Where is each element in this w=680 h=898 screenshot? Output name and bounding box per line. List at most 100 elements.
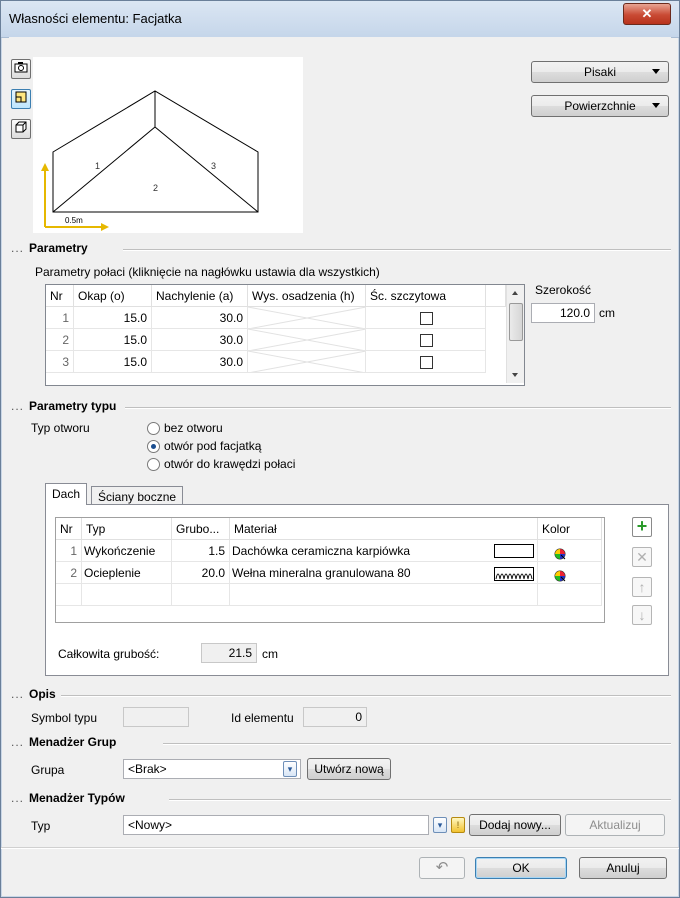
3d-view-icon[interactable] [11,119,31,139]
section-title: Parametry [29,241,88,255]
face-label-1: 1 [95,161,100,171]
section-title: Menadżer Grup [29,735,117,749]
column-header[interactable]: Kolor [538,518,602,540]
tab-panel-dach: Nr Typ Grubo... Materiał Kolor 1 Wykończ… [45,504,669,676]
row-nr: 3 [46,351,74,373]
type-select[interactable]: <Nowy> [123,815,429,835]
layer-thickness[interactable]: 20.0 [172,562,230,584]
bulb-icon[interactable]: ! [451,817,465,833]
total-thickness-value: 21.5 [201,643,257,663]
nachylenie-cell[interactable]: 30.0 [152,351,248,373]
disabled-cell [248,329,366,351]
dormer-drawing: 1 2 3 0.5m [41,90,259,231]
column-header[interactable]: Materiał [230,518,538,540]
layer-type[interactable]: Wykończenie [82,540,172,562]
pens-label: Pisaki [583,65,616,79]
column-header[interactable]: Nachylenie (a) [152,285,248,307]
section-menadzer-grup: ... Menadżer Grup [9,735,671,751]
layer-nr: 1 [56,540,82,562]
scale-label: 0.5m [65,216,83,225]
symbol-type-input[interactable] [123,707,189,727]
close-icon: ✕ [641,6,653,21]
section-opis: ... Opis [9,687,671,703]
camera-icon[interactable] [11,59,31,79]
grid-scrollbar[interactable] [506,285,524,383]
row-nr: 1 [46,307,74,329]
cancel-button[interactable]: Anuluj [579,857,667,879]
layer-type[interactable]: Ocieplenie [82,562,172,584]
footer-divider [1,847,679,849]
properties-dialog: Własności elementu: Facjatka ✕ 1 2 3 0.5… [0,0,680,898]
gable-wall-checkbox[interactable] [420,356,433,369]
total-thickness-unit: cm [262,647,278,661]
color-picker-icon[interactable] [554,567,566,583]
section-menadzer-typow: ... Menadżer Typów [9,791,671,807]
material-pattern-swatch [494,544,534,558]
column-header[interactable]: Okap (o) [74,285,152,307]
symbol-type-label: Symbol typu [31,711,98,725]
gable-wall-checkbox[interactable] [420,334,433,347]
disabled-cell [248,351,366,373]
window-title: Własności elementu: Facjatka [9,11,182,26]
create-group-button[interactable]: Utwórz nową [307,758,391,780]
color-picker-icon[interactable] [554,545,566,561]
column-header[interactable]: Nr [56,518,82,540]
type-picker-icon[interactable]: ▾ [433,817,447,833]
width-label: Szerokość [535,283,592,297]
section-title: Parametry typu [29,399,117,413]
gable-wall-checkbox[interactable] [420,312,433,325]
okap-cell[interactable]: 15.0 [74,351,152,373]
width-unit: cm [599,306,615,320]
dormer-preview: 1 2 3 0.5m [33,57,303,233]
column-header[interactable]: Typ [82,518,172,540]
title-bar[interactable]: Własności elementu: Facjatka ✕ [1,1,679,38]
group-picker-icon[interactable]: ▾ [283,761,297,777]
pens-dropdown[interactable]: Pisaki [531,61,669,83]
2d-view-icon[interactable] [11,89,31,109]
undo-icon[interactable]: ↶ [419,857,465,879]
column-header[interactable]: Grubo... [172,518,230,540]
layer-material[interactable]: Wełna mineralna granulowana 80 [230,562,538,584]
scroll-thumb[interactable] [509,303,523,341]
delete-icon[interactable]: ✕ [632,547,652,567]
layer-thickness[interactable]: 1.5 [172,540,230,562]
tab-sciany-boczne[interactable]: Ściany boczne [91,486,184,505]
column-header[interactable]: Nr [46,285,74,307]
add-icon[interactable]: + [632,517,652,537]
tab-dach[interactable]: Dach [45,483,88,505]
roof-planes-grid: Nr Okap (o) Nachylenie (a) Wys. osadzeni… [45,284,525,386]
column-header[interactable]: Wys. osadzenia (h) [248,285,366,307]
scroll-down-icon[interactable] [512,373,518,377]
face-label-3: 3 [211,161,216,171]
close-button[interactable]: ✕ [623,3,671,25]
group-label: Grupa [31,763,65,777]
opening-type-label: Typ otworu [31,421,90,435]
element-id-label: Id elementu [231,711,294,725]
total-thickness-label: Całkowita grubość: [58,647,160,661]
disabled-cell [248,307,366,329]
group-select[interactable]: <Brak> [123,759,301,779]
add-new-type-button[interactable]: Dodaj nowy... [469,814,561,836]
type-label: Typ [31,819,51,833]
move-down-icon[interactable]: ↓ [632,605,652,625]
okap-cell[interactable]: 15.0 [74,329,152,351]
section-parametry: ... Parametry [9,241,671,257]
width-input[interactable]: 120.0 [531,303,595,323]
layer-material[interactable]: Dachówka ceramiczna karpiówka [230,540,538,562]
surfaces-label: Powierzchnie [564,99,636,113]
face-label-2: 2 [153,183,158,193]
section-parametry-typu: ... Parametry typu [9,399,671,415]
surfaces-dropdown[interactable]: Powierzchnie [531,95,669,117]
scroll-up-icon[interactable] [512,291,518,295]
update-type-button[interactable]: Aktualizuj [565,814,665,836]
section-title: Menadżer Typów [29,791,125,805]
grid-caption: Parametry połaci (kliknięcie na nagłówku… [35,265,380,279]
okap-cell[interactable]: 15.0 [74,307,152,329]
column-header[interactable]: Śc. szczytowa [366,285,486,307]
nachylenie-cell[interactable]: 30.0 [152,307,248,329]
move-up-icon[interactable]: ↑ [632,577,652,597]
ok-button[interactable]: OK [475,857,567,879]
nachylenie-cell[interactable]: 30.0 [152,329,248,351]
material-pattern-swatch [494,566,534,581]
element-id-input: 0 [303,707,367,727]
